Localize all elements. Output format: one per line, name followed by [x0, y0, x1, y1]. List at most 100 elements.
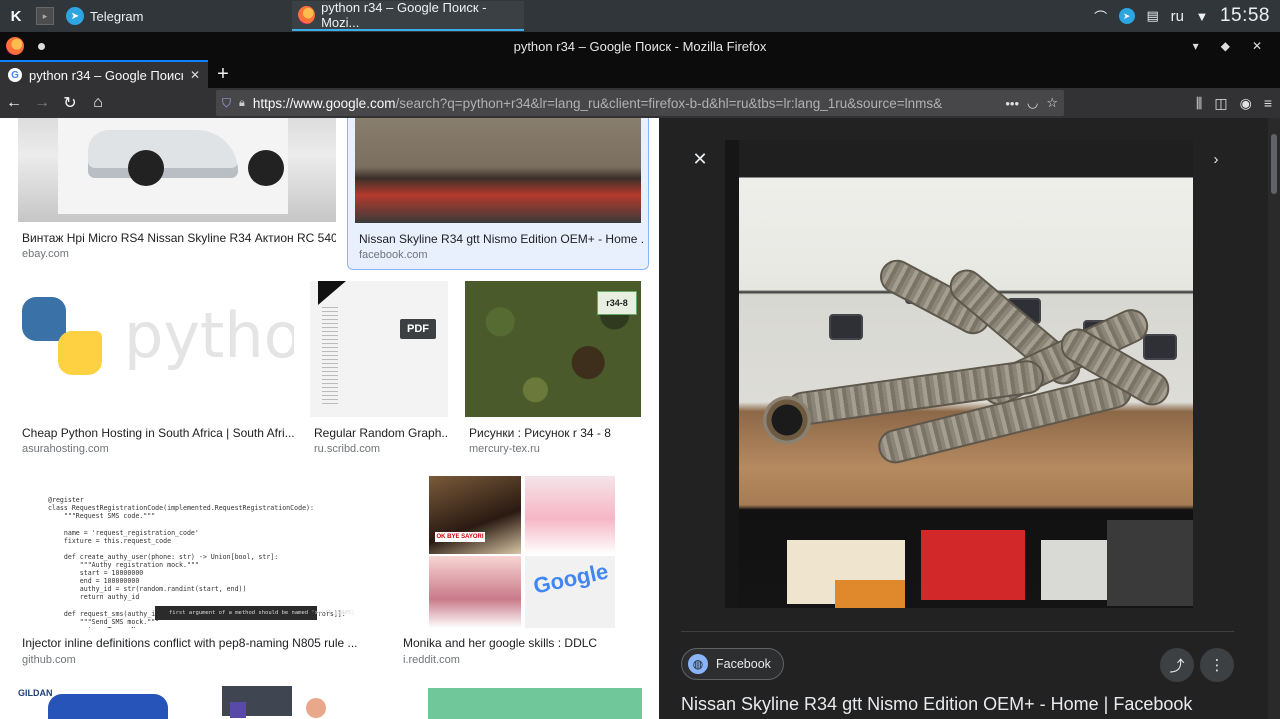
maximize-icon[interactable]: ◆ [1221, 39, 1230, 53]
tab-close-icon[interactable]: ✕ [190, 68, 200, 82]
kdeconnect-icon[interactable]: ⌒ [1093, 8, 1109, 25]
code-line: class RequestRegistrationCode(implemente… [48, 504, 314, 513]
url-bar[interactable]: ⛉ 🔒︎ https://www.google.com/search?q=pyt… [216, 90, 1064, 116]
result-caption[interactable]: Injector inline definitions conflict wit… [22, 636, 382, 650]
library-icon[interactable]: ⫼ [1196, 95, 1202, 112]
reload-button[interactable]: ↻ [56, 89, 84, 117]
kde-logo-icon[interactable]: K [0, 0, 32, 32]
result-source[interactable]: i.reddit.com [403, 654, 460, 666]
back-button[interactable]: ← [0, 89, 28, 117]
code-line: fixture = this.request_code [48, 536, 172, 545]
home-button[interactable]: ⌂ [84, 89, 112, 117]
image-result[interactable] [218, 686, 410, 719]
result-thumbnail[interactable] [355, 118, 641, 223]
window-title: python r34 – Google Поиск - Mozilla Fire… [513, 38, 767, 54]
taskbar-item-label: Telegram [90, 8, 144, 24]
image-preview-panel: ✕ ‹ › ◍ Facebook ⤴ ⋮ Nissan Skyline R34 … [659, 118, 1280, 719]
lock-icon[interactable]: 🔒︎ [239, 97, 245, 110]
navigation-toolbar: ← → ↻ ⌂ ⛉ 🔒︎ https://www.google.com/sear… [0, 88, 1280, 118]
forward-button[interactable]: → [28, 89, 56, 117]
source-chip-label: Facebook [716, 657, 771, 671]
clipboard-icon[interactable]: ▤ [1145, 8, 1161, 24]
keyboard-layout-indicator[interactable]: ru [1171, 8, 1184, 25]
result-thumbnail[interactable]: GILDAN [18, 686, 200, 719]
image-result[interactable]: OK BYE SAYORI Google Monika and her goog… [399, 476, 641, 666]
close-window-icon[interactable]: ✕ [1252, 39, 1262, 53]
more-options-icon[interactable]: ⋮ [1200, 648, 1234, 682]
share-icon[interactable]: ⤴ [1160, 648, 1194, 682]
result-source[interactable]: asurahosting.com [22, 443, 109, 455]
preview-divider [681, 631, 1234, 632]
image-result-selected[interactable]: Nissan Skyline R34 gtt Nismo Edition OEM… [347, 118, 649, 270]
code-line: @register [48, 496, 84, 505]
result-thumbnail[interactable] [428, 688, 642, 719]
virtual-desktop-pager[interactable]: ▸ [36, 7, 54, 25]
result-source[interactable]: ebay.com [22, 248, 69, 260]
image-result[interactable]: @register class RequestRegistrationCode(i… [18, 476, 382, 666]
source-chip[interactable]: ◍ Facebook [681, 648, 784, 680]
taskbar-item-telegram[interactable]: ➤ Telegram [60, 1, 292, 31]
pocket-icon[interactable]: ◡ [1027, 95, 1038, 111]
result-thumbnail[interactable]: @register class RequestRegistrationCode(i… [18, 476, 382, 628]
globe-icon: ◍ [688, 654, 708, 674]
next-image-icon[interactable]: › [1205, 148, 1227, 170]
result-thumbnail[interactable]: PDF [310, 281, 448, 417]
google-favicon-icon: G [8, 68, 22, 82]
tab-google-search[interactable]: G python r34 – Google Поиск ✕ [0, 60, 208, 88]
result-caption[interactable]: Винтаж Hpi Micro RS4 Nissan Skyline R34 … [22, 231, 336, 245]
gildan-label: GILDAN [18, 688, 53, 698]
image-result[interactable]: pytho Cheap Python Hosting in South Afri… [18, 281, 294, 456]
pdf-badge: PDF [400, 319, 436, 339]
close-preview-icon[interactable]: ✕ [689, 148, 711, 170]
account-icon[interactable]: ◉ [1240, 95, 1252, 112]
preview-title[interactable]: Nissan Skyline R34 gtt Nismo Edition OEM… [681, 694, 1241, 715]
page-actions-button[interactable]: ••• [1005, 96, 1019, 111]
preview-image[interactable] [725, 140, 1193, 608]
sidebar-icon[interactable]: ◫ [1214, 95, 1227, 112]
menu-hamburger-icon[interactable]: ≡ [1264, 95, 1272, 111]
result-caption[interactable]: Cheap Python Hosting in South Africa | S… [22, 426, 294, 440]
result-thumbnail[interactable] [18, 118, 336, 222]
result-caption[interactable]: Regular Random Graph... [314, 426, 448, 440]
code-line: name = 'request_registration_code' [48, 528, 199, 537]
code-line: authy_id = str(random.randint(start, end… [48, 585, 247, 594]
image-result[interactable] [428, 688, 642, 719]
system-tray: ⌒ ➤ ▤ ru ▼ 15:58 [1093, 5, 1280, 27]
clock[interactable]: 15:58 [1220, 5, 1270, 27]
page-content: Винтаж Hpi Micro RS4 Nissan Skyline R34 … [0, 118, 1280, 719]
window-titlebar: python r34 – Google Поиск - Mozilla Fire… [0, 32, 1280, 60]
result-caption[interactable]: Monika and her google skills : DDLC [403, 636, 641, 650]
result-thumbnail[interactable]: pytho [18, 281, 294, 417]
image-result[interactable]: Винтаж Hpi Micro RS4 Nissan Skyline R34 … [18, 118, 336, 260]
image-result[interactable]: PDF Regular Random Graph... ru.scribd.co… [310, 281, 448, 456]
code-line: """Authy registration mock.""" [48, 560, 199, 569]
image-result[interactable]: GILDAN [18, 686, 200, 719]
telegram-tray-icon[interactable]: ➤ [1118, 8, 1135, 24]
page-scrollbar[interactable] [1268, 118, 1280, 719]
code-line: end = 100000000 [48, 577, 140, 586]
taskbar-item-label: python r34 – Google Поиск - Mozi... [321, 0, 487, 30]
url-text[interactable]: https://www.google.com/search?q=python+r… [253, 96, 997, 111]
result-source[interactable]: ru.scribd.com [314, 443, 380, 455]
result-thumbnail[interactable]: r34-8 [465, 281, 641, 417]
result-source[interactable]: mercury-tex.ru [469, 443, 540, 455]
new-tab-button[interactable]: + [208, 60, 238, 88]
taskbar-item-firefox[interactable]: python r34 – Google Поиск - Mozi... [292, 0, 524, 31]
image-result[interactable]: r34-8 Рисунки : Рисунок r 34 - 8 mercury… [465, 281, 641, 456]
result-thumbnail[interactable] [218, 686, 410, 719]
tray-expand-icon[interactable]: ▼ [1194, 8, 1210, 24]
code-line: def create_authy_user(phone: str) -> Uni… [48, 552, 279, 561]
result-thumbnail[interactable]: OK BYE SAYORI Google [399, 476, 641, 628]
minimize-icon[interactable]: ▾ [1193, 39, 1199, 53]
tracking-protection-shield-icon[interactable]: ⛉ [222, 96, 231, 111]
bookmark-star-icon[interactable]: ☆ [1046, 95, 1058, 111]
ok-bye-label: OK BYE SAYORI [435, 532, 485, 542]
tab-strip: G python r34 – Google Поиск ✕ + [0, 60, 1280, 88]
scrollbar-thumb[interactable] [1271, 134, 1277, 194]
result-caption[interactable]: Nissan Skyline R34 gtt Nismo Edition OEM… [359, 232, 643, 246]
pin-dot-icon[interactable] [38, 42, 45, 50]
result-source[interactable]: github.com [22, 654, 76, 666]
result-source[interactable]: facebook.com [359, 249, 427, 261]
result-caption[interactable]: Рисунки : Рисунок r 34 - 8 [469, 426, 641, 440]
firefox-window-icon[interactable] [6, 37, 24, 55]
